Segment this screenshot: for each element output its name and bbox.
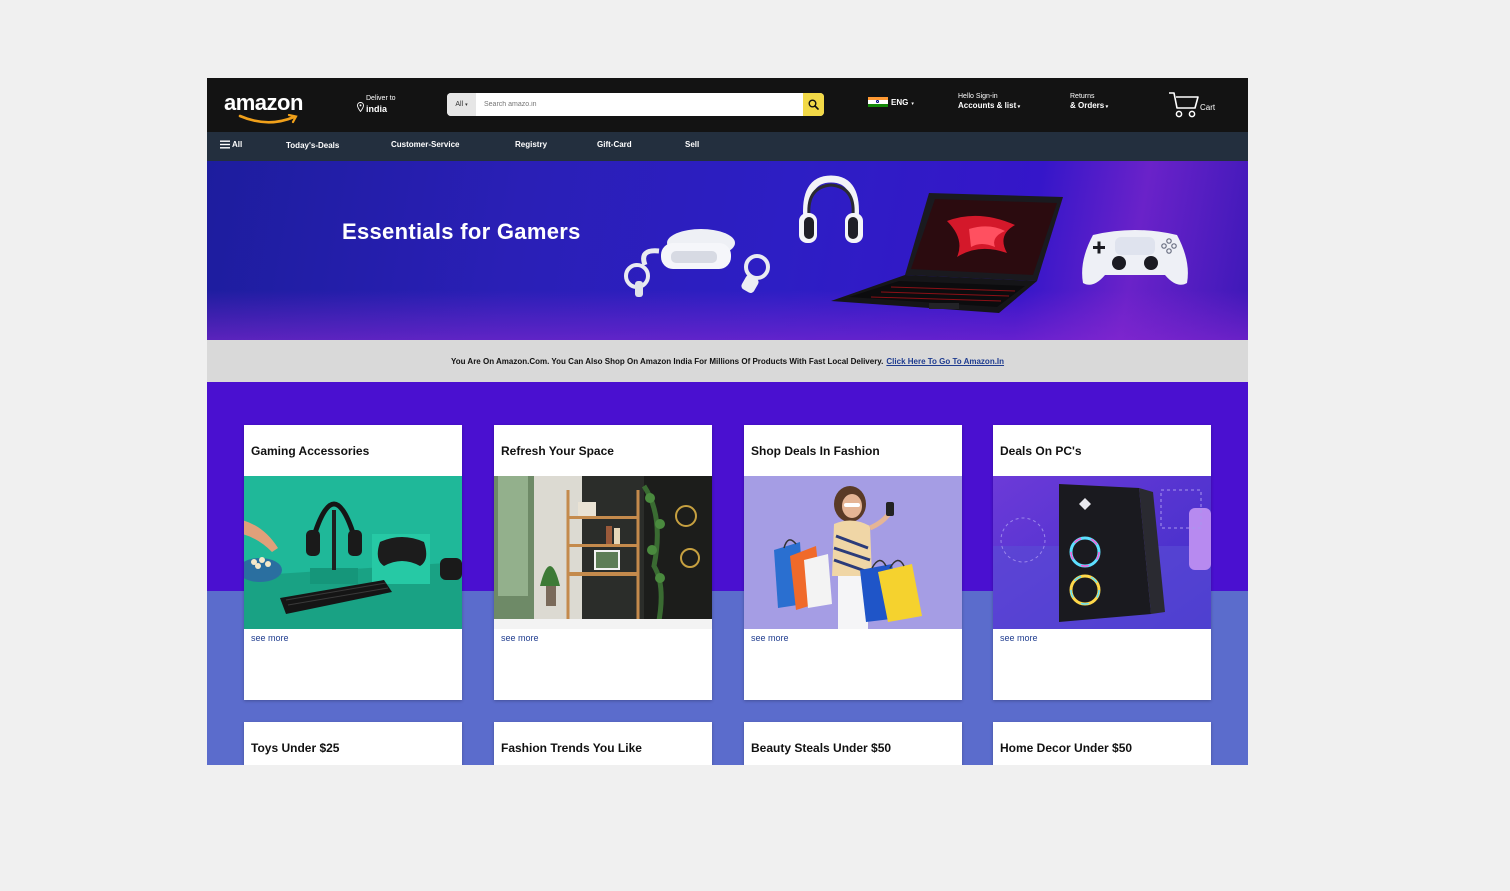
see-more-link[interactable]: see more: [1000, 633, 1038, 643]
nav-all-label: All: [232, 140, 243, 149]
gaming-laptop-image: [831, 193, 1063, 313]
search-bar: All ▾: [447, 93, 824, 116]
card-toys-under-25[interactable]: Toys Under $25: [244, 722, 462, 765]
nav-item-sell[interactable]: Sell: [685, 140, 699, 149]
amazon-logo[interactable]: amazon: [224, 90, 320, 124]
search-category-label: All: [455, 101, 464, 108]
search-category-select[interactable]: All ▾: [447, 93, 476, 116]
see-more-link[interactable]: see more: [751, 633, 789, 643]
logo-text: amazon: [224, 90, 303, 115]
returns-orders[interactable]: Returns & Orders ▾: [1070, 93, 1108, 110]
shop-deals-in-fashion-image[interactable]: [744, 476, 962, 629]
deals-on-pcs-image[interactable]: [993, 476, 1211, 629]
card-gaming-accessories[interactable]: Gaming Accessories see more: [244, 425, 462, 700]
nav-item-customer-service[interactable]: Customer-Service: [391, 140, 459, 149]
chevron-down-icon: ▾: [911, 101, 914, 107]
nav-bar: All Today's-Deals Customer-Service Regis…: [207, 132, 1248, 161]
account-menu[interactable]: Hello Sign-in Accounts & list ▾: [958, 93, 1020, 110]
chevron-down-icon: ▾: [1104, 104, 1109, 110]
india-flag-icon: [868, 97, 888, 107]
room-graphic: [494, 476, 712, 629]
cart-icon: [1169, 92, 1199, 118]
deliver-location: india: [366, 104, 388, 114]
search-icon: [808, 99, 819, 110]
hamburger-menu-icon: [220, 140, 230, 149]
pc-tower-graphic: [993, 476, 1211, 629]
returns-label: Returns: [1070, 93, 1095, 100]
cart-label: Cart: [1200, 103, 1216, 112]
nav-item-registry[interactable]: Registry: [515, 140, 547, 149]
card-title: Gaming Accessories: [251, 444, 370, 458]
game-controller-image: [1082, 230, 1188, 285]
hero-title: Essentials for Gamers: [342, 219, 581, 244]
amazon-page: amazon Deliver to india All ▾ Search ama…: [207, 78, 1248, 765]
card-title: Fashion Trends You Like: [501, 741, 642, 755]
see-more-link[interactable]: see more: [251, 633, 289, 643]
card-title: Refresh Your Space: [501, 444, 614, 458]
chevron-down-icon: ▾: [465, 101, 468, 108]
orders-label-row: & Orders ▾: [1070, 101, 1108, 110]
vr-headset-image: [624, 229, 770, 297]
deliver-label: Deliver to: [366, 95, 396, 102]
card-fashion-trends[interactable]: Fashion Trends You Like: [494, 722, 712, 765]
card-deals-on-pcs[interactable]: Deals On PC's see more: [993, 425, 1211, 700]
fashion-graphic: [744, 476, 962, 629]
gaming-accessories-graphic: [244, 476, 462, 629]
location-pin-icon: [357, 102, 364, 112]
notice-text: You Are On Amazon.Com. You Can Also Shop…: [450, 356, 884, 366]
language-label: ENG: [891, 97, 909, 107]
logo-smile-icon: [238, 114, 298, 124]
card-title: Shop Deals In Fashion: [751, 444, 880, 458]
chevron-down-icon: ▾: [1016, 104, 1021, 110]
account-label-row: Accounts & list ▾: [958, 101, 1020, 110]
hero-banner[interactable]: Essentials for Gamers: [207, 161, 1248, 340]
nav-item-todays-deals[interactable]: Today's-Deals: [286, 141, 339, 150]
see-more-link[interactable]: see more: [501, 633, 539, 643]
card-title: Deals On PC's: [1000, 444, 1082, 458]
nav-all-menu[interactable]: All: [220, 140, 242, 149]
amazon-india-link[interactable]: Click Here To Go To Amazon.In: [886, 357, 1004, 366]
nav-item-gift-card[interactable]: Gift-Card: [597, 140, 632, 149]
search-button[interactable]: [803, 93, 824, 116]
amazon-india-notice: You Are On Amazon.Com. You Can Also Shop…: [207, 340, 1248, 382]
search-input[interactable]: [478, 93, 788, 116]
cart-button[interactable]: Cart: [1168, 91, 1228, 121]
language-selector[interactable]: ENG ▾: [868, 97, 914, 107]
card-title: Home Decor Under $50: [1000, 741, 1133, 755]
account-greeting: Hello Sign-in: [958, 93, 998, 100]
card-title: Toys Under $25: [251, 741, 340, 755]
card-shop-deals-in-fashion[interactable]: Shop Deals In Fashion see more: [744, 425, 962, 700]
refresh-your-space-image[interactable]: [494, 476, 712, 629]
top-header: amazon Deliver to india All ▾ Search ama…: [207, 78, 1248, 132]
gaming-accessories-image[interactable]: [244, 476, 462, 629]
card-beauty-steals[interactable]: Beauty Steals Under $50: [744, 722, 962, 765]
card-home-decor[interactable]: Home Decor Under $50: [993, 722, 1211, 765]
orders-label: & Orders: [1070, 101, 1105, 110]
card-title: Beauty Steals Under $50: [751, 741, 892, 755]
card-refresh-your-space[interactable]: Refresh Your Space see more: [494, 425, 712, 700]
account-label: Accounts & list: [958, 101, 1017, 110]
